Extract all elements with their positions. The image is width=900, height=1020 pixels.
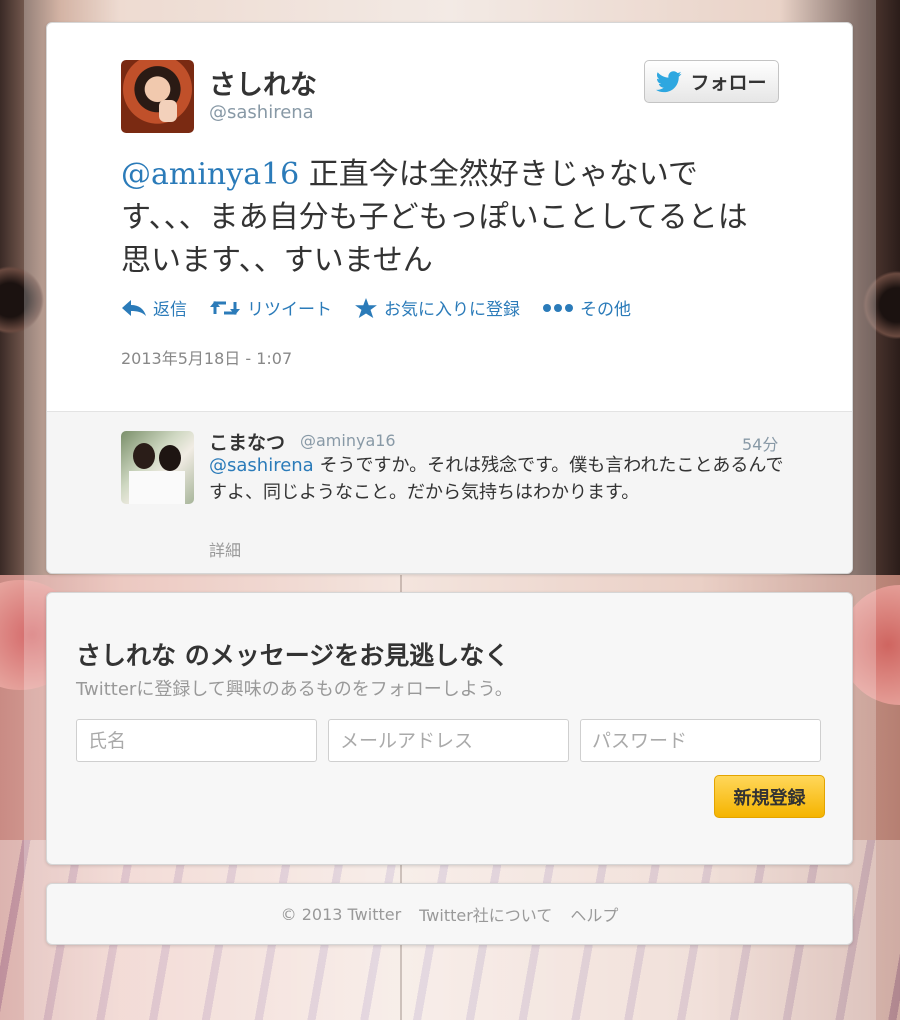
signup-button[interactable]: 新規登録 [714, 775, 825, 818]
footer-copyright: © 2013 Twitter [280, 904, 402, 924]
favorite-button[interactable]: お気に入りに登録 [354, 295, 520, 320]
name-field[interactable] [76, 719, 317, 762]
retweet-button[interactable]: リツイート [209, 295, 332, 320]
tweet-text: @aminya16 正直今は全然好きじゃないです、、、まあ自分も子どもっぽいこと… [121, 153, 771, 282]
tweet-timestamp[interactable]: 2013年5月18日 - 1:07 [121, 345, 292, 369]
reply-icon [122, 299, 146, 316]
reply-text: @sashirena そうですか。それは残念です。僕も言われたことあるんですよ、… [209, 452, 784, 506]
star-icon [355, 297, 377, 318]
reply-item: こまなつ @aminya16 54分 @sashirena そうですか。それは残… [47, 411, 852, 573]
reply-detail-link[interactable]: 詳細 [209, 537, 241, 561]
signup-subtitle: Twitterに登録して興味のあるものをフォローしよう。 [76, 679, 513, 700]
footer: © 2013 Twitter Twitter社について ヘルプ [46, 883, 853, 945]
avatar[interactable] [121, 60, 194, 133]
retweet-label: リツイート [247, 300, 332, 320]
email-field[interactable] [328, 719, 569, 762]
user-name[interactable]: さしれな [209, 63, 317, 102]
tweet-card: さしれな @sashirena フォロー @aminya16 正直今は全然好きじ… [46, 22, 853, 574]
follow-button[interactable]: フォロー [644, 60, 779, 103]
twitter-bird-icon [656, 70, 683, 92]
reply-mention[interactable]: @sashirena [209, 455, 314, 476]
tweet-actions: 返信 リツイート お気に入りに登録 その他 [121, 295, 631, 320]
more-dots-icon [543, 303, 573, 312]
follow-label: フォロー [690, 72, 767, 94]
password-field[interactable] [580, 719, 821, 762]
user-handle[interactable]: @sashirena [209, 102, 314, 123]
retweet-icon [210, 300, 240, 315]
more-button[interactable]: その他 [542, 295, 631, 320]
tweet-mention[interactable]: @aminya16 [121, 157, 299, 192]
reply-avatar[interactable] [121, 431, 194, 504]
footer-help-link[interactable]: ヘルプ [570, 902, 618, 926]
signup-card: さしれな のメッセージをお見逃しなく Twitterに登録して興味のあるものをフ… [46, 592, 853, 865]
reply-user-name[interactable]: こまなつ [209, 428, 285, 455]
reply-user-handle[interactable]: @aminya16 [300, 431, 396, 450]
favorite-label: お気に入りに登録 [384, 300, 520, 320]
more-label: その他 [580, 300, 631, 320]
reply-label: 返信 [153, 300, 187, 320]
footer-about-link[interactable]: Twitter社について [419, 902, 552, 926]
signup-title: さしれな のメッセージをお見逃しなく [76, 641, 510, 670]
reply-button[interactable]: 返信 [121, 295, 187, 320]
